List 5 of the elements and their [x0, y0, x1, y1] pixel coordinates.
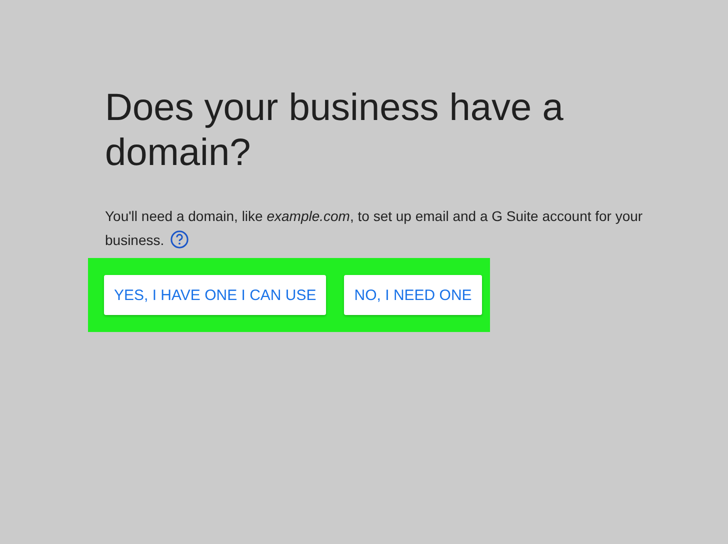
choice-button[interactable]: NO, I NEED ONE	[344, 275, 482, 315]
description-text: You'll need a domain, like example.com, to set up email and a G Suite account for your business.	[105, 207, 644, 251]
choice-button[interactable]: YES, I HAVE ONE I CAN USE	[104, 275, 326, 315]
page-heading: Does your business have a domain?	[105, 86, 564, 176]
help-icon[interactable]	[170, 230, 190, 249]
